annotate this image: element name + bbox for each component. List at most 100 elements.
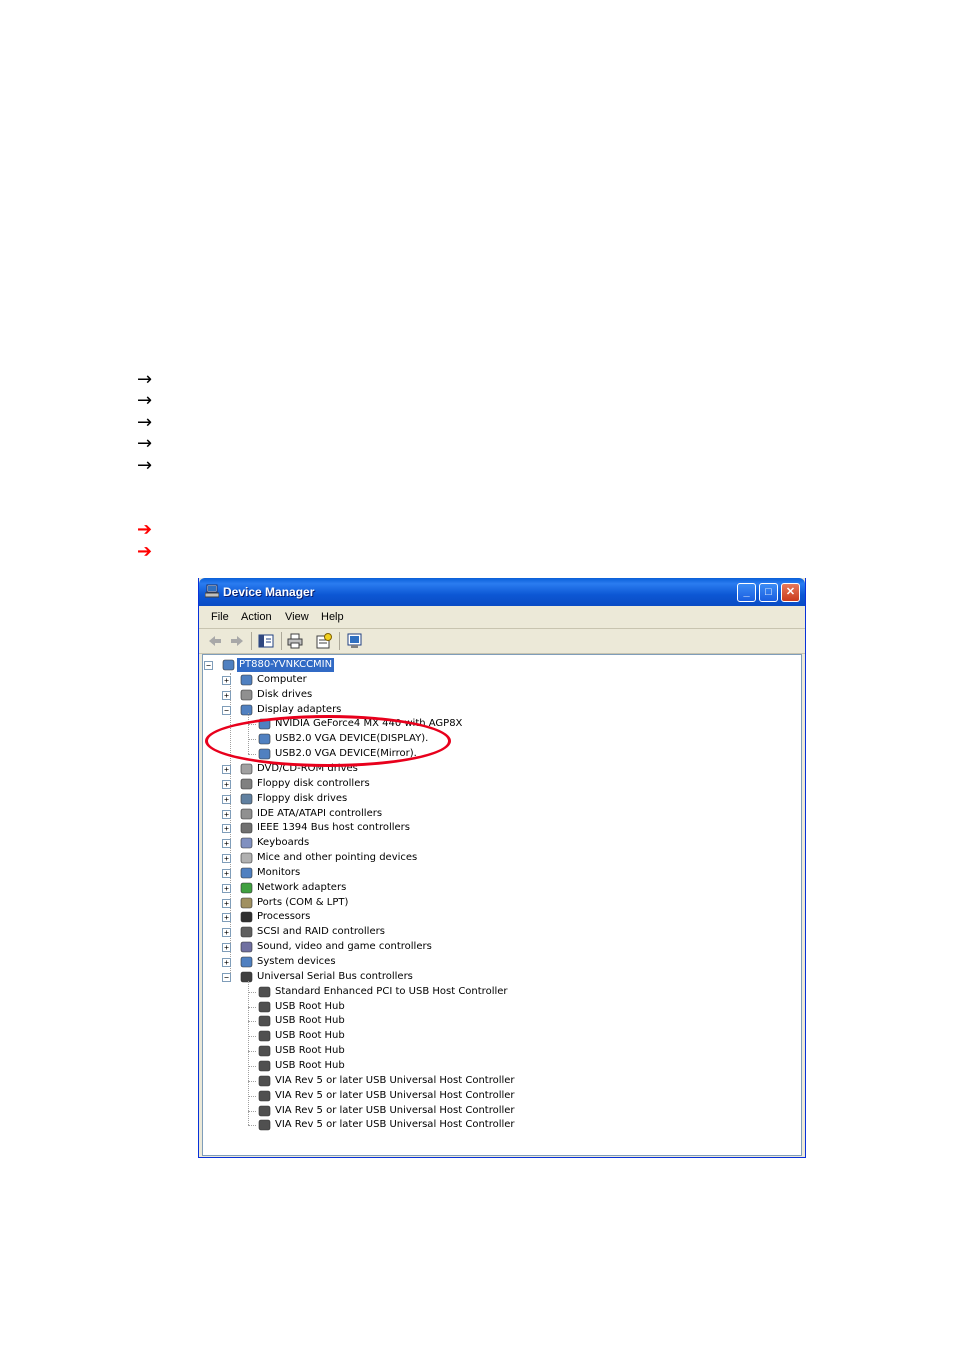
tree-connector xyxy=(248,1125,256,1127)
expand-toggle[interactable]: + xyxy=(222,779,231,789)
tree-category[interactable]: + Computer xyxy=(203,673,793,687)
tree-item-label: SCSI and RAID controllers xyxy=(257,926,385,938)
tree-item-label: VIA Rev 5 or later USB Universal Host Co… xyxy=(275,1074,515,1086)
expand-toggle[interactable]: + xyxy=(222,883,231,893)
tree-item-label: Processors xyxy=(257,911,311,923)
floppy-drive-icon xyxy=(240,793,253,804)
tree-connector xyxy=(248,991,256,993)
expand-toggle[interactable]: + xyxy=(222,913,231,923)
tree-device[interactable]: USB Root Hub xyxy=(203,1029,793,1043)
expand-toggle[interactable]: + xyxy=(222,928,231,938)
expand-toggle[interactable]: + xyxy=(222,839,231,849)
tree-category[interactable]: + Processors xyxy=(203,910,793,924)
print-icon[interactable] xyxy=(286,632,304,650)
expand-toggle[interactable]: + xyxy=(222,690,231,700)
tree-item-label: USB Root Hub xyxy=(275,1000,345,1012)
tree-category[interactable]: + IEEE 1394 Bus host controllers xyxy=(203,821,793,835)
tree-item-label: System devices xyxy=(257,956,336,967)
menu-file[interactable]: File xyxy=(211,611,229,623)
tree-item-label: USB Root Hub xyxy=(275,1059,345,1071)
usb-icon xyxy=(240,971,253,983)
annotation-circle xyxy=(205,715,451,767)
tree-category[interactable]: + Floppy disk controllers xyxy=(203,777,793,791)
tree-root[interactable]: − PT880-YVNKCCMIN xyxy=(203,658,793,672)
arrow-glyph: → xyxy=(137,433,153,454)
tree-device[interactable]: USB Root Hub xyxy=(203,1044,793,1058)
tree-connector xyxy=(248,1080,256,1082)
menu-help[interactable]: Help xyxy=(321,611,344,623)
tree-category[interactable]: + IDE ATA/ATAPI controllers xyxy=(203,807,793,821)
mouse-icon xyxy=(240,852,253,864)
maximize-button[interactable]: □ xyxy=(759,583,778,602)
tree-device[interactable]: Standard Enhanced PCI to USB Host Contro… xyxy=(203,985,793,999)
expand-toggle[interactable]: + xyxy=(222,764,231,774)
tree-item-label: USB Root Hub xyxy=(275,1030,345,1042)
expand-toggle[interactable]: + xyxy=(222,809,231,819)
title-bar[interactable]: Device Manager _ □ ✕ xyxy=(199,578,805,606)
port-icon xyxy=(240,897,253,908)
usb-device-icon xyxy=(258,1120,271,1131)
tree-device[interactable]: USB Root Hub xyxy=(203,1059,793,1073)
device-manager-icon xyxy=(205,584,219,598)
disk-drive-icon xyxy=(240,689,253,700)
tree-category[interactable]: + Monitors xyxy=(203,866,793,880)
expand-toggle[interactable]: + xyxy=(222,958,231,967)
tree-category[interactable]: − Display adapters xyxy=(203,703,793,717)
tree-connector xyxy=(248,1006,256,1008)
expand-toggle[interactable]: + xyxy=(222,854,231,864)
system-device-icon xyxy=(240,956,253,968)
forward-icon[interactable] xyxy=(228,632,246,650)
computer-icon xyxy=(222,659,235,671)
tree-item-label: USB Root Hub xyxy=(275,1015,345,1027)
tree-device[interactable]: VIA Rev 5 or later USB Universal Host Co… xyxy=(203,1074,793,1088)
collapse-toggle[interactable]: − xyxy=(204,661,213,670)
tree-category[interactable]: + SCSI and RAID controllers xyxy=(203,925,793,939)
tree-device[interactable]: VIA Rev 5 or later USB Universal Host Co… xyxy=(203,1118,793,1132)
close-button[interactable]: ✕ xyxy=(781,583,800,602)
tree-device[interactable]: VIA Rev 5 or later USB Universal Host Co… xyxy=(203,1104,793,1118)
tree-item-label: USB Root Hub xyxy=(275,1045,345,1057)
usb-device-icon xyxy=(258,1045,271,1057)
tree-category[interactable]: + Sound, video and game controllers xyxy=(203,940,793,954)
tree-item-label: Ports (COM & LPT) xyxy=(257,896,349,908)
tree-category[interactable]: + Ports (COM & LPT) xyxy=(203,896,793,910)
tree-category[interactable]: + Mice and other pointing devices xyxy=(203,851,793,865)
expand-toggle[interactable]: + xyxy=(222,675,231,685)
tree-connector xyxy=(248,980,249,1126)
usb-device-icon xyxy=(258,1060,271,1072)
properties-icon[interactable] xyxy=(315,632,333,650)
ieee1394-icon xyxy=(240,823,253,834)
ide-controller-icon xyxy=(240,808,253,819)
tree-category[interactable]: + Floppy disk drives xyxy=(203,792,793,806)
tree-connector xyxy=(248,1065,256,1067)
tree-category[interactable]: + System devices xyxy=(203,955,793,969)
tree-connector xyxy=(248,1021,256,1023)
floppy-controller-icon xyxy=(240,778,253,790)
usb-device-icon xyxy=(258,1075,271,1087)
usb-device-icon xyxy=(258,1105,271,1116)
expand-toggle[interactable]: + xyxy=(222,868,231,878)
help-icon[interactable] xyxy=(346,632,364,650)
expand-toggle[interactable]: + xyxy=(222,824,231,834)
tree-device[interactable]: USB Root Hub xyxy=(203,1000,793,1014)
tree-category[interactable]: + Keyboards xyxy=(203,836,793,850)
expand-toggle[interactable]: + xyxy=(222,794,231,804)
processor-icon xyxy=(240,912,253,923)
tree-category[interactable]: − Universal Serial Bus controllers xyxy=(203,970,793,984)
back-icon[interactable] xyxy=(206,632,224,650)
tree-category[interactable]: + Network adapters xyxy=(203,881,793,895)
usb-device-icon xyxy=(258,1001,271,1012)
collapse-toggle[interactable]: − xyxy=(222,705,231,715)
red-arrow-glyph: ➔ xyxy=(137,541,153,562)
menu-action[interactable]: Action xyxy=(241,611,272,623)
tree-device[interactable]: VIA Rev 5 or later USB Universal Host Co… xyxy=(203,1089,793,1103)
tree-device[interactable]: USB Root Hub xyxy=(203,1014,793,1028)
show-hide-console-tree-icon[interactable] xyxy=(257,632,275,650)
tree-category[interactable]: + Disk drives xyxy=(203,688,793,702)
expand-toggle[interactable]: + xyxy=(222,943,231,953)
expand-toggle[interactable]: + xyxy=(222,898,231,908)
minimize-button[interactable]: _ xyxy=(737,583,756,602)
monitor-icon xyxy=(240,867,253,879)
menu-view[interactable]: View xyxy=(285,611,309,623)
collapse-toggle[interactable]: − xyxy=(222,972,231,982)
